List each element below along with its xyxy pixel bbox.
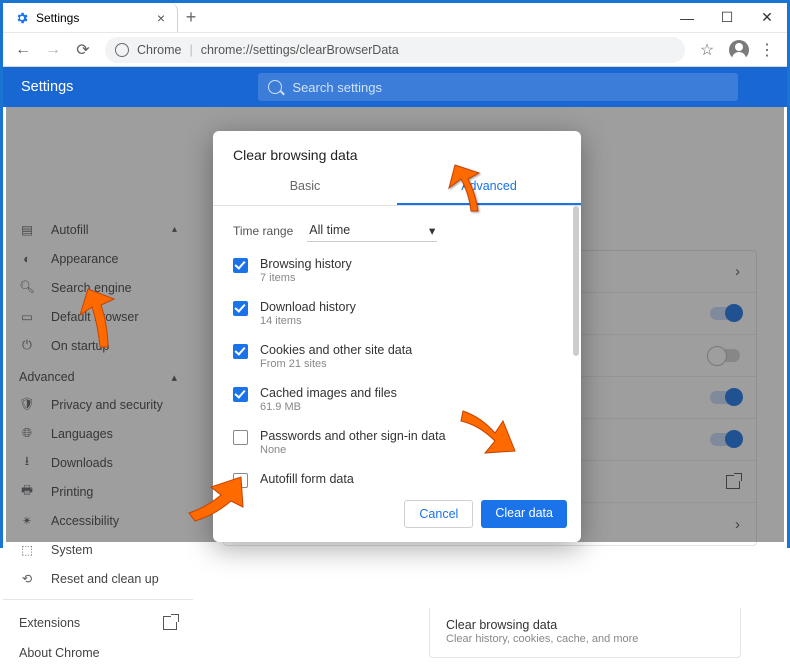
checkbox-label: Autofill form data: [260, 472, 354, 486]
scrollbar[interactable]: [573, 206, 579, 490]
reload-button[interactable]: ⟳: [69, 36, 97, 64]
sidebar-label: About Chrome: [19, 646, 100, 660]
checkbox-row-passwords[interactable]: Passwords and other sign-in dataNone: [233, 422, 571, 465]
dialog-title: Clear browsing data: [213, 131, 581, 171]
avatar-icon: [729, 40, 749, 60]
checkbox-row-cookies[interactable]: Cookies and other site dataFrom 21 sites: [233, 336, 571, 379]
sidebar-about[interactable]: About Chrome: [3, 636, 193, 666]
cancel-button[interactable]: Cancel: [404, 500, 473, 528]
checkbox-checked[interactable]: [233, 344, 248, 359]
checkbox-label: Browsing history: [260, 257, 352, 271]
settings-search-input[interactable]: Search settings: [258, 73, 738, 101]
sidebar-label: System: [51, 543, 93, 557]
checkbox-row-autofill[interactable]: Autofill form data: [233, 465, 571, 490]
settings-title: Settings: [21, 79, 73, 95]
search-icon: [268, 80, 282, 94]
profile-avatar-button[interactable]: [727, 38, 751, 62]
sidebar-extensions[interactable]: Extensions: [3, 606, 193, 636]
omnibox-label: Chrome: [137, 43, 181, 57]
card-subtitle: Clear history, cookies, cache, and more: [446, 633, 724, 645]
sidebar-label: Extensions: [19, 616, 80, 630]
checkbox-checked[interactable]: [233, 301, 248, 316]
checkbox-sub: From 21 sites: [260, 358, 412, 370]
dialog-tabs: Basic Advanced: [213, 171, 581, 206]
checkbox-unchecked[interactable]: [233, 430, 248, 445]
checkbox-row-browsing-history[interactable]: Browsing history7 items: [233, 250, 571, 293]
minimize-button[interactable]: —: [667, 3, 707, 33]
checkbox-sub: None: [260, 444, 446, 456]
checkbox-label: Download history: [260, 300, 356, 314]
clear-data-card[interactable]: Clear browsing data Clear history, cooki…: [429, 608, 741, 658]
new-tab-button[interactable]: +: [178, 7, 204, 28]
dialog-footer: Cancel Clear data: [213, 490, 581, 542]
external-link-icon: [163, 616, 177, 630]
omnibox-url: chrome://settings/clearBrowserData: [201, 43, 399, 57]
time-range-label: Time range: [233, 224, 293, 238]
tab-title: Settings: [36, 11, 79, 25]
settings-header: Settings Search settings: [3, 67, 787, 107]
dropdown-caret-icon: ▾: [429, 223, 435, 238]
sidebar-label: Reset and clean up: [51, 572, 159, 586]
time-range-value: All time: [309, 223, 350, 238]
checkbox-label: Passwords and other sign-in data: [260, 429, 446, 443]
window-titlebar: Settings × + — ☐ ✕: [3, 3, 787, 33]
forward-button[interactable]: →: [39, 36, 67, 64]
browser-toolbar: ← → ⟳ Chrome | chrome://settings/clearBr…: [3, 33, 787, 67]
browser-menu-button[interactable]: ⋮: [753, 36, 781, 64]
maximize-button[interactable]: ☐: [707, 3, 747, 33]
address-bar[interactable]: Chrome | chrome://settings/clearBrowserD…: [105, 37, 685, 63]
card-title: Clear browsing data: [446, 618, 724, 632]
scrollbar-thumb[interactable]: [573, 206, 579, 356]
clear-data-button[interactable]: Clear data: [481, 500, 567, 528]
checkbox-label: Cookies and other site data: [260, 343, 412, 357]
checkbox-row-download-history[interactable]: Download history14 items: [233, 293, 571, 336]
tab-basic[interactable]: Basic: [213, 171, 397, 205]
window-controls: — ☐ ✕: [667, 3, 787, 33]
checkbox-unchecked[interactable]: [233, 473, 248, 488]
browser-tab[interactable]: Settings ×: [3, 3, 178, 32]
tab-advanced[interactable]: Advanced: [397, 171, 581, 205]
bookmark-star-icon[interactable]: ☆: [693, 36, 721, 64]
tab-close-button[interactable]: ×: [157, 11, 165, 25]
reset-icon: ⟲: [19, 571, 35, 587]
checkbox-checked[interactable]: [233, 387, 248, 402]
close-window-button[interactable]: ✕: [747, 3, 787, 33]
time-range-select[interactable]: All time ▾: [307, 220, 437, 242]
sidebar-item-reset[interactable]: ⟲ Reset and clean up: [3, 564, 193, 593]
settings-search-placeholder: Search settings: [292, 80, 382, 95]
checkbox-checked[interactable]: [233, 258, 248, 273]
system-icon: ⬚: [19, 542, 35, 558]
omnibox-separator: |: [189, 43, 192, 57]
back-button[interactable]: ←: [9, 36, 37, 64]
checkbox-label: Cached images and files: [260, 386, 397, 400]
checkbox-row-cached[interactable]: Cached images and files61.9 MB: [233, 379, 571, 422]
time-range-row: Time range All time ▾: [233, 214, 571, 250]
gear-icon: [15, 11, 29, 25]
chrome-icon: [115, 43, 129, 57]
divider: [3, 599, 193, 600]
checkbox-sub: 7 items: [260, 272, 352, 284]
checkbox-sub: 61.9 MB: [260, 401, 397, 413]
dialog-body: Time range All time ▾ Browsing history7 …: [213, 206, 581, 490]
checkbox-sub: 14 items: [260, 315, 356, 327]
clear-browsing-data-dialog: Clear browsing data Basic Advanced Time …: [213, 131, 581, 542]
